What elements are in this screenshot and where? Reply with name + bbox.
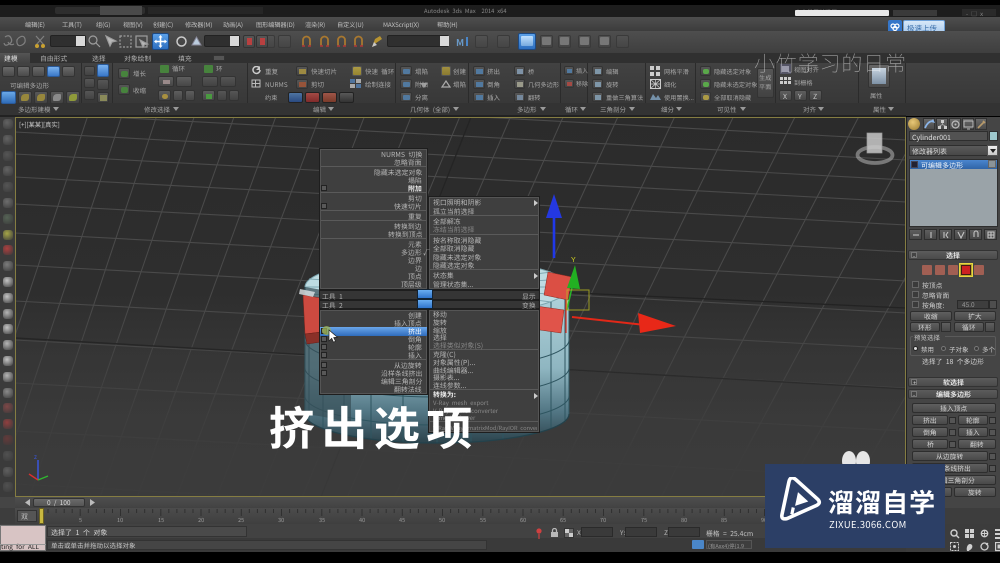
svg-text:z: z: [34, 455, 37, 461]
svg-text:Y: Y: [571, 257, 576, 264]
